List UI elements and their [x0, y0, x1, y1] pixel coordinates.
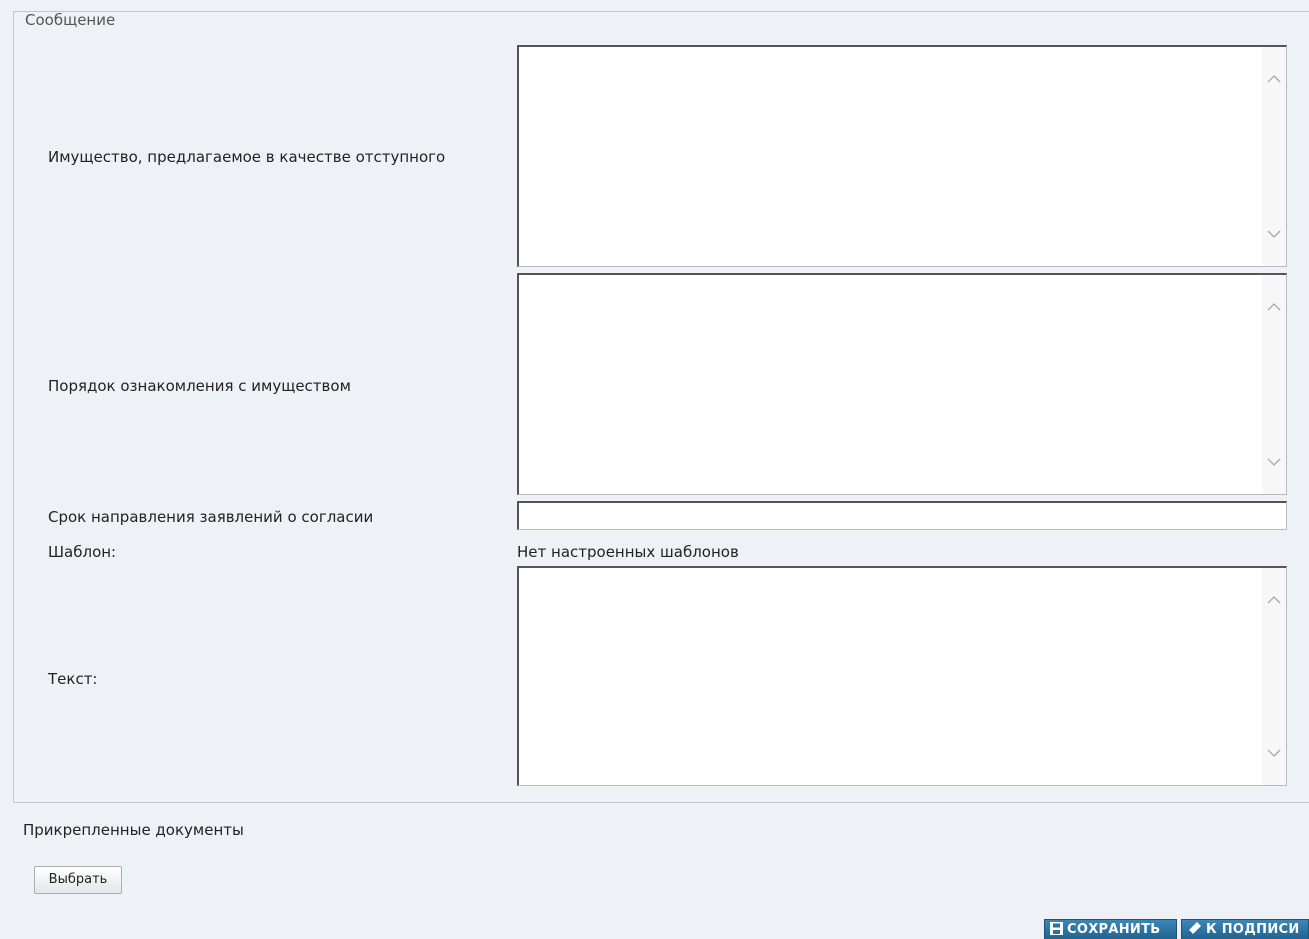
deadline-input[interactable] — [517, 501, 1287, 530]
scroll-down-icon[interactable] — [1266, 226, 1282, 242]
scroll-down-icon[interactable] — [1266, 745, 1282, 761]
attached-documents-label: Прикрепленные документы — [23, 821, 244, 839]
text-textarea[interactable] — [517, 566, 1287, 786]
floppy-disk-icon — [1050, 921, 1063, 935]
pencil-icon — [1188, 921, 1202, 935]
procedure-label: Порядок ознакомления с имуществом — [48, 377, 351, 395]
message-form-page: Сообщение Имущество, предлагаемое в каче… — [0, 0, 1309, 939]
to-sign-button-label: К ПОДПИСИ — [1206, 922, 1300, 937]
save-button[interactable]: СОХРАНИТЬ — [1044, 919, 1177, 939]
scroll-down-icon[interactable] — [1266, 454, 1282, 470]
template-value: Нет настроенных шаблонов — [517, 543, 739, 561]
choose-file-button[interactable]: Выбрать — [34, 866, 122, 894]
deadline-label: Срок направления заявлений о согласии — [48, 508, 374, 526]
to-sign-button[interactable]: К ПОДПИСИ — [1181, 919, 1309, 939]
text-textarea-scrollbar[interactable] — [1262, 568, 1286, 785]
procedure-textarea-scrollbar[interactable] — [1262, 275, 1286, 494]
property-textarea[interactable] — [517, 45, 1287, 267]
property-textarea-scrollbar[interactable] — [1262, 47, 1286, 266]
template-label: Шаблон: — [48, 543, 117, 561]
text-label: Текст: — [48, 670, 98, 688]
save-button-label: СОХРАНИТЬ — [1067, 922, 1161, 937]
scroll-up-icon[interactable] — [1266, 299, 1282, 315]
scroll-up-icon[interactable] — [1266, 71, 1282, 87]
scroll-up-icon[interactable] — [1266, 592, 1282, 608]
fieldset-legend: Сообщение — [23, 11, 118, 29]
procedure-textarea[interactable] — [517, 273, 1287, 495]
property-label: Имущество, предлагаемое в качестве отсту… — [48, 148, 446, 166]
